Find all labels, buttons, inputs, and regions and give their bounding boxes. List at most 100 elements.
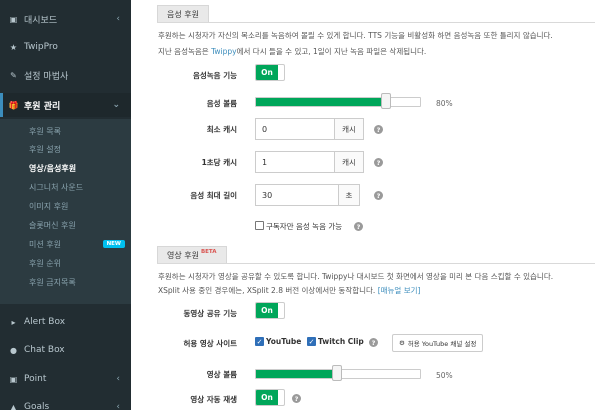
sidebar-item-alert-box[interactable]: ▸ Alert Box (0, 310, 131, 334)
sidebar-item-label: 대시보드 (24, 15, 58, 26)
help-icon[interactable]: ? (369, 338, 378, 347)
chat-icon: ● (10, 345, 17, 355)
sidebar-item-donation-manage[interactable]: 🎁 후원 관리 ⌄ (0, 93, 131, 117)
submenu-item[interactable]: 슬롯머신 후원 (29, 216, 129, 234)
chevron-down-icon: ⌄ (112, 100, 120, 110)
sidebar-item-twippro[interactable]: ★ TwipPro (0, 35, 131, 59)
voice-function-toggle[interactable]: On (255, 64, 285, 81)
toggle-on: On (256, 303, 278, 318)
chevron-left-icon: ‹ (116, 14, 120, 24)
new-badge: NEW (102, 240, 125, 248)
video-volume-slider[interactable] (255, 365, 421, 381)
per-sec-cash-input[interactable]: 1 (255, 151, 335, 173)
section-title: 영상 후원 (167, 251, 199, 260)
beta-badge: BETA (200, 248, 217, 255)
divider (157, 22, 595, 23)
section-title: 음성 후원 (167, 10, 199, 19)
star-icon: ★ (9, 42, 18, 52)
sidebar-item-label: Chat Box (24, 345, 65, 355)
per-sec-cash-label: 1초당 캐시 (201, 158, 237, 167)
desc-text: XSplit 사용 중인 경우에는, XSplit 2.8 버전 이상에서만 동… (158, 286, 378, 295)
cash-unit: 캐시 (334, 118, 364, 140)
twitch-clip-label: Twitch Clip (318, 337, 364, 346)
youtube-channel-settings-button[interactable]: ⚙ 허용 YouTube 채널 설정 (392, 334, 484, 352)
submenu-item-label: 미션 후원 (29, 239, 61, 249)
voice-volume-value: 80% (436, 99, 453, 108)
divider (157, 263, 595, 264)
twitch-clip-checkbox[interactable]: ✓ (307, 337, 316, 346)
slider-handle[interactable] (381, 93, 391, 109)
help-icon[interactable]: ? (292, 394, 301, 403)
subscribers-only-checkbox[interactable] (255, 221, 264, 230)
desc-text: 에서 다시 들을 수 있고, 1일이 지난 녹음 파일은 삭제됩니다. (236, 47, 427, 56)
cash-unit: 캐시 (334, 151, 364, 173)
sidebar-item-label: Alert Box (24, 317, 66, 327)
chevron-left-icon: ‹ (116, 374, 120, 384)
submenu-item-mission[interactable]: 미션 후원 NEW (29, 235, 129, 253)
dashboard-icon: ▣ (9, 14, 18, 24)
video-share-label: 동영상 공유 기능 (183, 309, 237, 318)
video-description-2: XSplit 사용 중인 경우에는, XSplit 2.8 버전 이상에서만 동… (158, 285, 420, 296)
help-icon[interactable]: ? (374, 191, 383, 200)
gear-icon: ⚙ (399, 339, 405, 347)
slider-handle[interactable] (332, 365, 342, 381)
gift-icon: 🎁 (8, 100, 19, 110)
help-icon[interactable]: ? (374, 125, 383, 134)
voice-function-label: 음성녹음 기능 (192, 71, 237, 80)
sidebar-item-chat-box[interactable]: ● Chat Box (0, 338, 131, 362)
chevron-left-icon: ‹ (116, 402, 120, 410)
video-share-toggle[interactable]: On (255, 302, 285, 319)
point-icon: ▣ (9, 374, 18, 384)
submenu-item[interactable]: 후원 순위 (29, 254, 129, 272)
submenu-item[interactable]: 후원 목록 (29, 122, 129, 140)
voice-volume-slider[interactable] (255, 93, 421, 109)
min-cash-label: 최소 캐시 (206, 125, 237, 134)
max-length-input[interactable]: 30 (255, 184, 339, 206)
video-description: 후원하는 시청자가 영상을 공유할 수 있도록 합니다. Twippy나 대시보… (158, 272, 554, 281)
voice-description-2: 지난 음성녹음은 Twippy에서 다시 들을 수 있고, 1일이 지난 녹음 … (158, 46, 426, 57)
sidebar-item-label: 후원 관리 (24, 101, 61, 112)
toggle-on: On (256, 65, 278, 80)
slider-fill (256, 370, 338, 378)
max-length-label: 음성 최대 길이 (190, 191, 237, 200)
sidebar-item-point[interactable]: ▣ Point ‹ (0, 367, 131, 391)
autoplay-label: 영상 자동 재생 (190, 395, 237, 404)
video-section-tab: 영상 후원 BETA (157, 246, 227, 264)
help-icon[interactable]: ? (374, 158, 383, 167)
video-volume-value: 50% (436, 371, 453, 380)
submenu-item-current[interactable]: 영상/음성후원 (29, 159, 129, 177)
submenu-item[interactable]: 시그니처 사운드 (29, 178, 129, 196)
manual-link[interactable]: [매뉴얼 보기] (378, 286, 421, 295)
voice-volume-label: 음성 볼륨 (206, 99, 237, 108)
youtube-label: YouTube (266, 337, 302, 346)
allowed-sites-label: 허용 영상 사이트 (183, 339, 237, 348)
sec-unit: 초 (338, 184, 360, 206)
button-label: 허용 YouTube 채널 설정 (407, 340, 477, 348)
sidebar-item-goals[interactable]: ▲ Goals ‹ (0, 395, 131, 410)
help-icon[interactable]: ? (354, 222, 363, 231)
video-volume-label: 영상 볼륨 (206, 370, 237, 379)
sidebar-item-label: 설정 마법사 (24, 71, 69, 82)
twippy-link[interactable]: Twippy (211, 47, 237, 56)
sidebar-item-label: TwipPro (24, 42, 58, 52)
donation-submenu: 후원 목록 후원 설정 영상/음성후원 시그니처 사운드 이미지 후원 슬롯머신… (0, 119, 131, 304)
sidebar-item-dashboard[interactable]: ▣ 대시보드 ‹ (0, 7, 131, 31)
voice-description: 후원하는 시청자가 자신의 목소리를 녹음하여 몰릴 수 있게 합니다. TTS… (158, 31, 553, 40)
submenu-item[interactable]: 이미지 후원 (29, 197, 129, 215)
sidebar-item-setup-wizard[interactable]: ✎ 설정 마법사 (0, 63, 131, 87)
subscribers-only-label: 구독자만 음성 녹음 가능 (266, 222, 343, 231)
magic-wand-icon: ✎ (10, 70, 17, 80)
desc-text: 지난 음성녹음은 (158, 47, 212, 56)
megaphone-icon: ▸ (11, 317, 16, 327)
voice-section-tab: 음성 후원 (157, 5, 209, 23)
toggle-on: On (256, 390, 278, 405)
sidebar: ▣ 대시보드 ‹ ★ TwipPro ✎ 설정 마법사 🎁 후원 관리 ⌄ 후원… (0, 0, 131, 410)
min-cash-input[interactable]: 0 (255, 118, 335, 140)
slider-fill (256, 98, 387, 106)
submenu-item[interactable]: 후원 설정 (29, 140, 129, 158)
sidebar-item-label: Point (24, 374, 47, 384)
youtube-checkbox[interactable]: ✓ (255, 337, 264, 346)
sidebar-item-label: Goals (24, 402, 50, 410)
autoplay-toggle[interactable]: On (255, 389, 285, 406)
submenu-item[interactable]: 후원 금지목록 (29, 273, 129, 291)
